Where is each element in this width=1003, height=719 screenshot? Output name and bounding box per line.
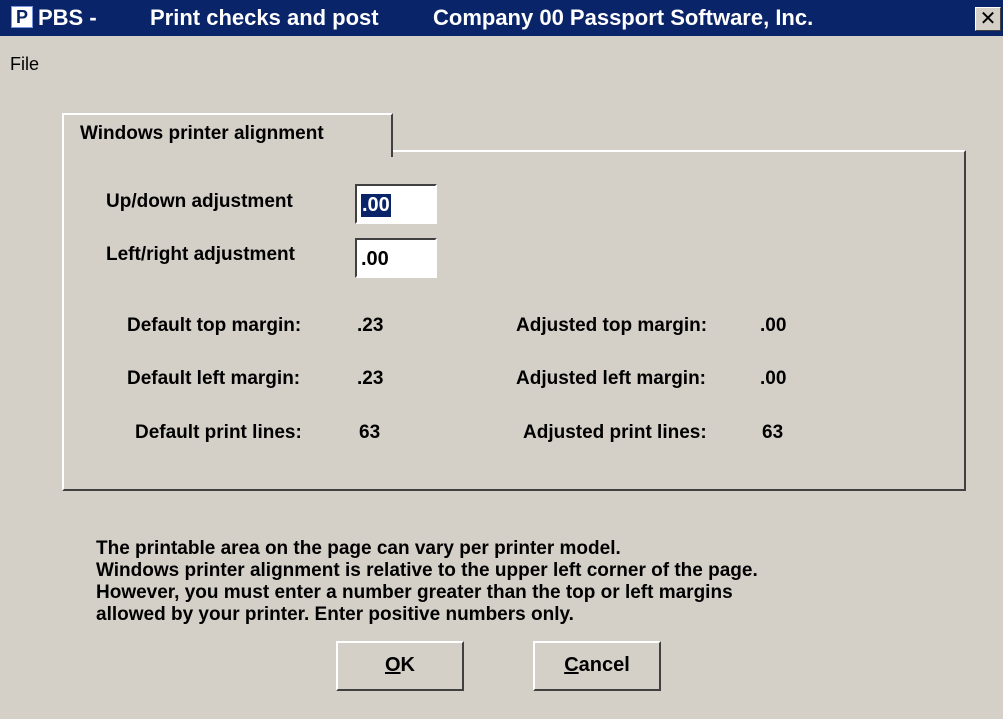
info-line: allowed by your printer. Enter positive … [96, 604, 574, 625]
info-line: The printable area on the page can vary … [96, 538, 621, 559]
menu-file[interactable]: File [10, 54, 39, 75]
tab-windows-printer-alignment[interactable]: Windows printer alignment [62, 113, 393, 157]
close-icon: ✕ [979, 8, 997, 30]
window-title-task: Print checks and post [150, 5, 379, 30]
ok-mnemonic: O [384, 654, 401, 676]
app-icon[interactable]: P [11, 6, 33, 28]
info-line: However, you must enter a number greater… [96, 582, 733, 603]
cancel-button[interactable]: Cancel [533, 641, 661, 691]
window-title-company: Company 00 Passport Software, Inc. [433, 5, 814, 30]
alignment-panel [62, 150, 966, 491]
ok-label-rest: K [400, 654, 415, 676]
title-bar: P PBS - Print checks and post Company 00… [0, 0, 1003, 36]
cancel-mnemonic: C [564, 654, 579, 676]
window-title-app: PBS - [38, 5, 97, 30]
info-line: Windows printer alignment is relative to… [96, 560, 758, 581]
info-text: The printable area on the page can vary … [96, 538, 758, 626]
close-button[interactable]: ✕ [975, 7, 1001, 31]
ok-button[interactable]: OK [336, 641, 464, 691]
cancel-label-rest: ancel [578, 654, 630, 676]
tab-label: Windows printer alignment [80, 123, 324, 144]
